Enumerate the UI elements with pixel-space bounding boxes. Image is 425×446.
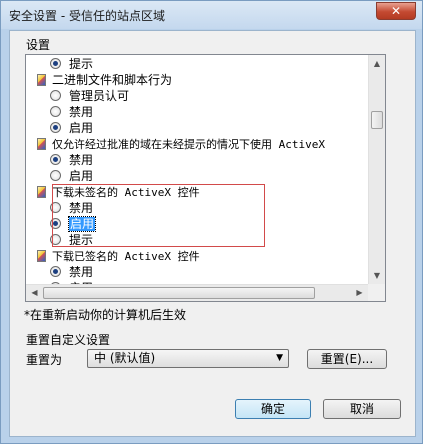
setting-label: 下载已签名的 ActiveX 控件 [52, 250, 200, 263]
setting-label: 二进制文件和脚本行为 [52, 73, 173, 87]
radio-button[interactable] [50, 122, 61, 133]
option-label: 启用 [69, 169, 94, 183]
setting-icon [37, 74, 46, 86]
radio-button[interactable] [50, 218, 61, 229]
vertical-scrollbar[interactable]: ▲ ▼ [368, 55, 385, 284]
radio-button[interactable] [50, 106, 61, 117]
option-label: 禁用 [69, 265, 94, 279]
settings-tree[interactable]: 提示 二进制文件和脚本行为 管理员认可 禁用 启用 仅允许经过批准的域在未经提示… [25, 54, 386, 302]
window-title: 安全设置 - 受信任的站点区域 [9, 9, 165, 23]
settings-label: 设置 [26, 38, 51, 52]
radio-button[interactable] [50, 170, 61, 181]
radio-button[interactable] [50, 202, 61, 213]
restart-note: *在重新启动你的计算机后生效 [24, 308, 187, 322]
tree-option[interactable]: 禁用 [50, 152, 93, 168]
option-label: 启用 [69, 121, 94, 135]
scroll-right-arrow-icon[interactable]: ▶ [351, 285, 368, 301]
radio-button[interactable] [50, 154, 61, 165]
tree-option[interactable]: 禁用 [50, 104, 93, 120]
reset-section-title: 重置自定义设置 [26, 333, 111, 347]
tree-option[interactable]: 管理员认可 [50, 88, 129, 104]
tree-option[interactable]: 提示 [50, 232, 93, 248]
reset-button[interactable]: 重置(E)... [307, 349, 387, 369]
tree-option[interactable]: 禁用 [50, 264, 93, 280]
option-label: 管理员认可 [69, 89, 130, 103]
radio-button[interactable] [50, 266, 61, 277]
tree-setting: 仅允许经过批准的域在未经提示的情况下使用 ActiveX [37, 136, 325, 152]
tree-setting: 二进制文件和脚本行为 [37, 72, 172, 88]
cancel-button[interactable]: 取消 [323, 399, 401, 419]
option-label: 禁用 [69, 105, 94, 119]
scroll-left-arrow-icon[interactable]: ◀ [26, 285, 43, 301]
tree-setting: 下载已签名的 ActiveX 控件 [37, 248, 200, 264]
chevron-down-icon: ▼ [276, 353, 283, 363]
horizontal-scroll-thumb[interactable] [43, 287, 315, 299]
vertical-scroll-thumb[interactable] [371, 111, 383, 129]
tree-option[interactable]: 启用 [50, 168, 93, 184]
setting-icon [37, 138, 46, 150]
reset-to-label: 重置为 [26, 353, 63, 367]
dropdown-value: 中 (默认值) [94, 351, 156, 365]
title-bar: 安全设置 - 受信任的站点区域 ✕ [1, 1, 422, 29]
option-label: 禁用 [69, 201, 94, 215]
setting-icon [37, 186, 46, 198]
setting-icon [37, 250, 46, 262]
radio-button[interactable] [50, 58, 61, 69]
option-label: 提示 [69, 57, 94, 71]
scroll-down-arrow-icon[interactable]: ▼ [369, 267, 385, 284]
reset-level-dropdown[interactable]: 中 (默认值) ▼ [87, 349, 289, 368]
ok-button[interactable]: 确定 [235, 399, 311, 419]
close-button[interactable]: ✕ [376, 2, 416, 20]
setting-label: 下载未签名的 ActiveX 控件 [52, 186, 200, 199]
tree-setting: 下载未签名的 ActiveX 控件 [37, 184, 200, 200]
horizontal-scrollbar[interactable]: ◀ ▶ [26, 284, 368, 301]
radio-button[interactable] [50, 234, 61, 245]
setting-label: 仅允许经过批准的域在未经提示的情况下使用 ActiveX [52, 138, 325, 151]
radio-button[interactable] [50, 90, 61, 101]
tree-option[interactable]: 提示 [50, 56, 93, 72]
scrollbar-corner [368, 284, 385, 301]
tree-option-selected[interactable]: 启用 [50, 216, 97, 232]
option-label: 禁用 [69, 153, 94, 167]
option-label: 启用 [67, 216, 97, 232]
tree-option[interactable]: 启用 [50, 120, 93, 136]
scroll-up-arrow-icon[interactable]: ▲ [369, 55, 385, 72]
option-label: 提示 [69, 233, 94, 247]
tree-option[interactable]: 禁用 [50, 200, 93, 216]
